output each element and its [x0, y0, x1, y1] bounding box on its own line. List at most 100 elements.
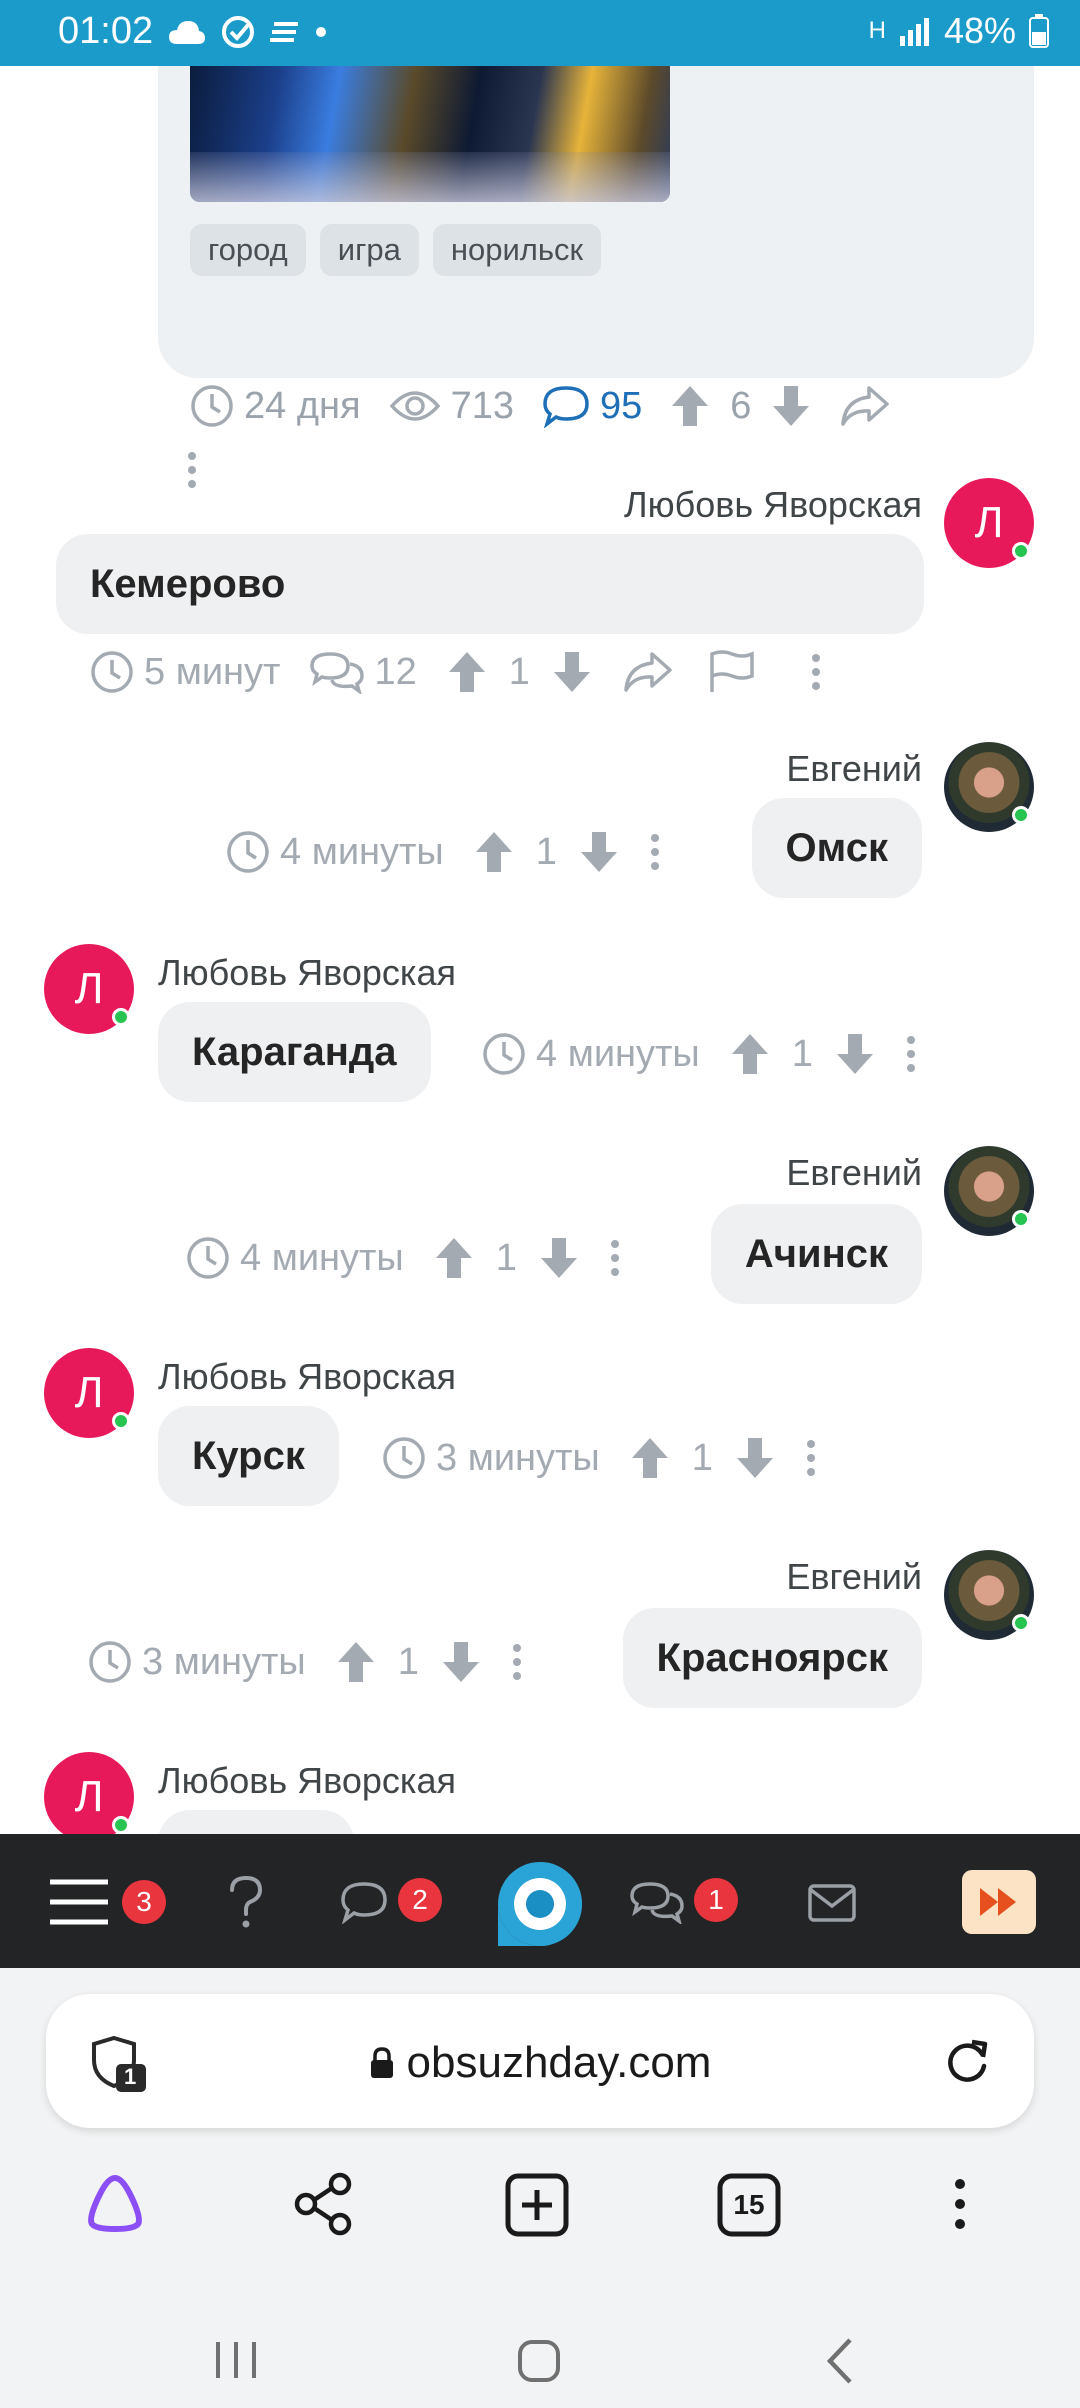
arrow-up-icon[interactable] [730, 1032, 770, 1076]
comment-author[interactable]: Любовь Яворская [158, 1760, 456, 1802]
comment-bubble[interactable]: Омск [751, 798, 922, 898]
browser-menu-button[interactable] [952, 2176, 968, 2232]
post-age: 24 дня [190, 384, 361, 428]
arrow-up-icon[interactable] [434, 1236, 474, 1280]
comment-meta: 4 минуты 1 [186, 1236, 621, 1280]
share-icon[interactable] [839, 384, 891, 428]
share-icon[interactable] [622, 650, 674, 694]
lock-icon [370, 2047, 393, 2078]
mail-button[interactable] [808, 1884, 856, 1922]
comment-bubble[interactable]: Кемерово [56, 534, 924, 634]
comment-author[interactable]: Любовь Яворская [158, 952, 456, 994]
discussions-icon [630, 1882, 684, 1924]
menu-badge: 3 [122, 1880, 166, 1924]
comment-bubble[interactable]: Красноярск [622, 1608, 922, 1708]
recents-button[interactable] [212, 2338, 260, 2382]
tabs-button[interactable]: 15 [716, 2172, 782, 2238]
flag-icon[interactable] [708, 650, 756, 694]
post-views: 713 [389, 385, 514, 428]
comment-meta: 3 минуты 1 [88, 1640, 523, 1684]
discussions-badge: 1 [694, 1878, 738, 1922]
comment-bubble[interactable]: Ачинск [710, 1204, 922, 1304]
comment-time: 5 минут [90, 650, 280, 694]
comment-rating: 1 [630, 1436, 775, 1480]
cloud-icon [169, 21, 205, 44]
arrow-up-icon[interactable] [447, 650, 487, 694]
more-vertical-icon[interactable] [511, 1642, 523, 1682]
arrow-down-icon[interactable] [735, 1436, 775, 1480]
comment-author[interactable]: Евгений [786, 1152, 922, 1194]
online-indicator [1012, 1210, 1030, 1228]
comments-feed[interactable]: город игра норильск 24 дня 713 95 6 Любо… [0, 66, 1080, 1834]
home-button[interactable] [516, 2338, 562, 2384]
url-display[interactable]: obsuzhday.com [46, 2038, 1034, 2088]
share-button[interactable] [292, 2172, 356, 2236]
help-button[interactable] [226, 1874, 266, 1930]
status-notification-icons [168, 14, 328, 50]
comment-icon [543, 386, 589, 428]
messages-button[interactable] [340, 1880, 388, 1924]
comment-meta: 4 минуты 1 [226, 830, 661, 874]
more-vertical-icon[interactable] [609, 1238, 621, 1278]
arrow-up-icon[interactable] [670, 384, 710, 428]
comment-replies[interactable]: 12 [310, 650, 417, 694]
comment-bubble[interactable]: Курск [158, 1406, 339, 1506]
tag[interactable]: игра [319, 224, 419, 276]
comment-author[interactable]: Любовь Яворская [158, 1356, 456, 1398]
more-vertical-icon[interactable] [649, 832, 661, 872]
battery-percent: 48% [943, 10, 1016, 51]
arrow-down-icon[interactable] [835, 1032, 875, 1076]
arrow-up-icon[interactable] [474, 830, 514, 874]
browser-chrome: 1 obsuzhday.com 15 [0, 1968, 1080, 2408]
signal-icon [899, 18, 929, 46]
post-image[interactable] [190, 66, 670, 202]
arrow-down-icon[interactable] [539, 1236, 579, 1280]
post-rating: 6 [670, 384, 811, 428]
comment-rating: 1 [434, 1236, 579, 1280]
home-logo-button[interactable] [494, 1858, 586, 1950]
chat-icon [341, 1882, 387, 1924]
more-vertical-icon [955, 2179, 965, 2229]
reload-button[interactable] [942, 2036, 992, 2086]
comment-bubble[interactable]: Караганда [158, 1002, 431, 1102]
comment-rating: 1 [336, 1640, 481, 1684]
arrow-up-icon[interactable] [336, 1640, 376, 1684]
comment-time: 4 минуты [482, 1032, 700, 1076]
comment-author[interactable]: Любовь Яворская [624, 484, 922, 526]
arrow-down-icon[interactable] [552, 650, 592, 694]
eye-icon [389, 391, 440, 421]
menu-icon [50, 1879, 108, 1925]
more-vertical-icon[interactable] [805, 1438, 817, 1478]
online-indicator [112, 1412, 130, 1430]
discussions-button[interactable] [630, 1880, 684, 1924]
new-tab-button[interactable] [504, 2172, 570, 2238]
back-button[interactable] [822, 2336, 858, 2386]
comment-time: 3 минуты [88, 1640, 306, 1684]
online-indicator [112, 1816, 130, 1834]
post-comments-link[interactable]: 95 [542, 384, 642, 428]
alice-button[interactable] [82, 2172, 148, 2234]
comment-author[interactable]: Евгений [786, 748, 922, 790]
recents-icon [216, 2342, 256, 2378]
alice-icon [88, 2174, 142, 2233]
arrow-up-icon[interactable] [630, 1436, 670, 1480]
menu-button[interactable] [48, 1878, 110, 1926]
more-vertical-icon[interactable] [186, 450, 198, 490]
post-meta: 24 дня 713 95 6 [190, 384, 891, 428]
online-indicator [1012, 806, 1030, 824]
arrow-down-icon[interactable] [441, 1640, 481, 1684]
more-vertical-icon[interactable] [905, 1034, 917, 1074]
status-time: 01:02 [58, 10, 154, 52]
address-bar[interactable]: 1 obsuzhday.com [46, 1994, 1034, 2128]
tag[interactable]: норильск [432, 224, 602, 276]
comment-author[interactable]: Евгений [786, 1556, 922, 1598]
arrow-down-icon[interactable] [579, 830, 619, 874]
comment-bubble[interactable] [158, 1810, 354, 1834]
arrow-down-icon[interactable] [771, 384, 811, 428]
tag[interactable]: город [190, 224, 306, 276]
comment-rating: 1 [447, 650, 592, 694]
more-vertical-icon[interactable] [810, 652, 822, 692]
comment-rating: 1 [730, 1032, 875, 1076]
clock-icon [91, 651, 133, 693]
fast-forward-button[interactable] [962, 1870, 1036, 1934]
